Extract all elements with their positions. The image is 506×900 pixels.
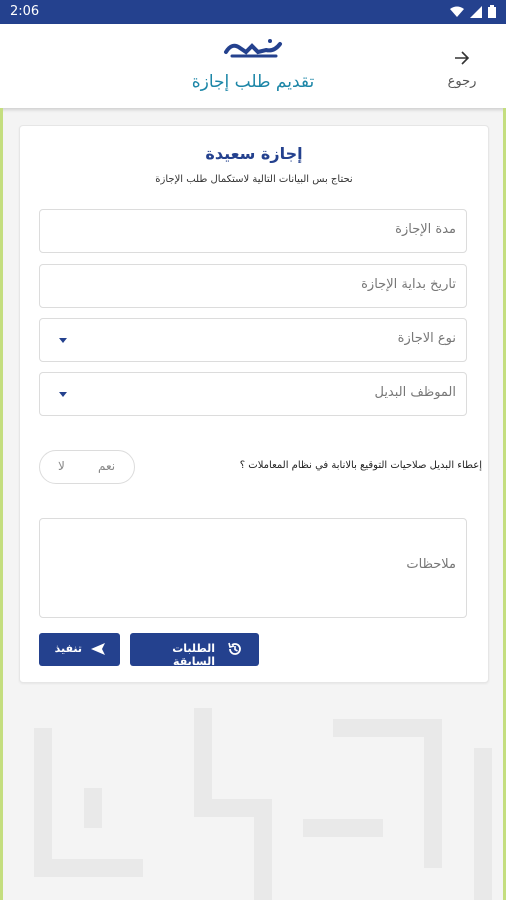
- previous-requests-button[interactable]: الطلبات السابقة: [130, 633, 259, 668]
- back-label: رجوع: [447, 74, 477, 89]
- history-icon: [228, 642, 241, 655]
- notes-placeholder: ملاحظات: [406, 557, 456, 572]
- toggle-no-option[interactable]: لا: [58, 459, 65, 473]
- battery-icon: [488, 5, 496, 18]
- form-subtitle: نحتاج بس البيانات التالية لاستكمال طلب ا…: [155, 174, 353, 185]
- send-icon: [91, 643, 105, 655]
- start-date-field[interactable]: تاريخ بداية الإجازة: [39, 264, 467, 308]
- submit-label: تنفيذ: [54, 642, 82, 655]
- duration-field[interactable]: مدة الإجازة: [39, 209, 467, 253]
- caret-down-icon: [59, 338, 67, 343]
- substitute-placeholder: الموظف البديل: [374, 385, 456, 400]
- wifi-icon: [450, 6, 464, 17]
- submit-button[interactable]: تنفيذ: [39, 633, 120, 666]
- leave-type-select[interactable]: نوع الاجازة: [39, 318, 467, 362]
- status-icons: [450, 5, 496, 18]
- delegation-toggle[interactable]: نعم لا: [39, 450, 135, 484]
- notes-textarea[interactable]: ملاحظات: [39, 518, 467, 618]
- status-time: 2:06: [10, 4, 40, 19]
- back-button[interactable]: رجوع: [446, 50, 478, 96]
- app-logo: [224, 39, 282, 58]
- previous-requests-label: الطلبات السابقة: [172, 642, 215, 668]
- leave-form-card: إجازة سعيدة نحتاج بس البيانات التالية لا…: [19, 125, 489, 683]
- form-title: إجازة سعيدة: [205, 144, 303, 163]
- start-date-placeholder: تاريخ بداية الإجازة: [361, 277, 456, 292]
- duration-placeholder: مدة الإجازة: [395, 222, 456, 237]
- caret-down-icon: [59, 392, 67, 397]
- toggle-yes-option[interactable]: نعم: [98, 459, 115, 473]
- signal-icon: [470, 5, 482, 18]
- app-header: تقديم طلب إجازة رجوع: [0, 24, 506, 108]
- status-bar: 2:06: [0, 0, 506, 24]
- substitute-employee-select[interactable]: الموظف البديل: [39, 372, 467, 416]
- page-title: تقديم طلب إجازة: [191, 72, 315, 92]
- leave-type-placeholder: نوع الاجازة: [397, 331, 456, 346]
- arrow-right-icon: [455, 51, 470, 65]
- delegation-question: إعطاء البديل صلاحيات التوقيع بالانابة في…: [239, 460, 482, 471]
